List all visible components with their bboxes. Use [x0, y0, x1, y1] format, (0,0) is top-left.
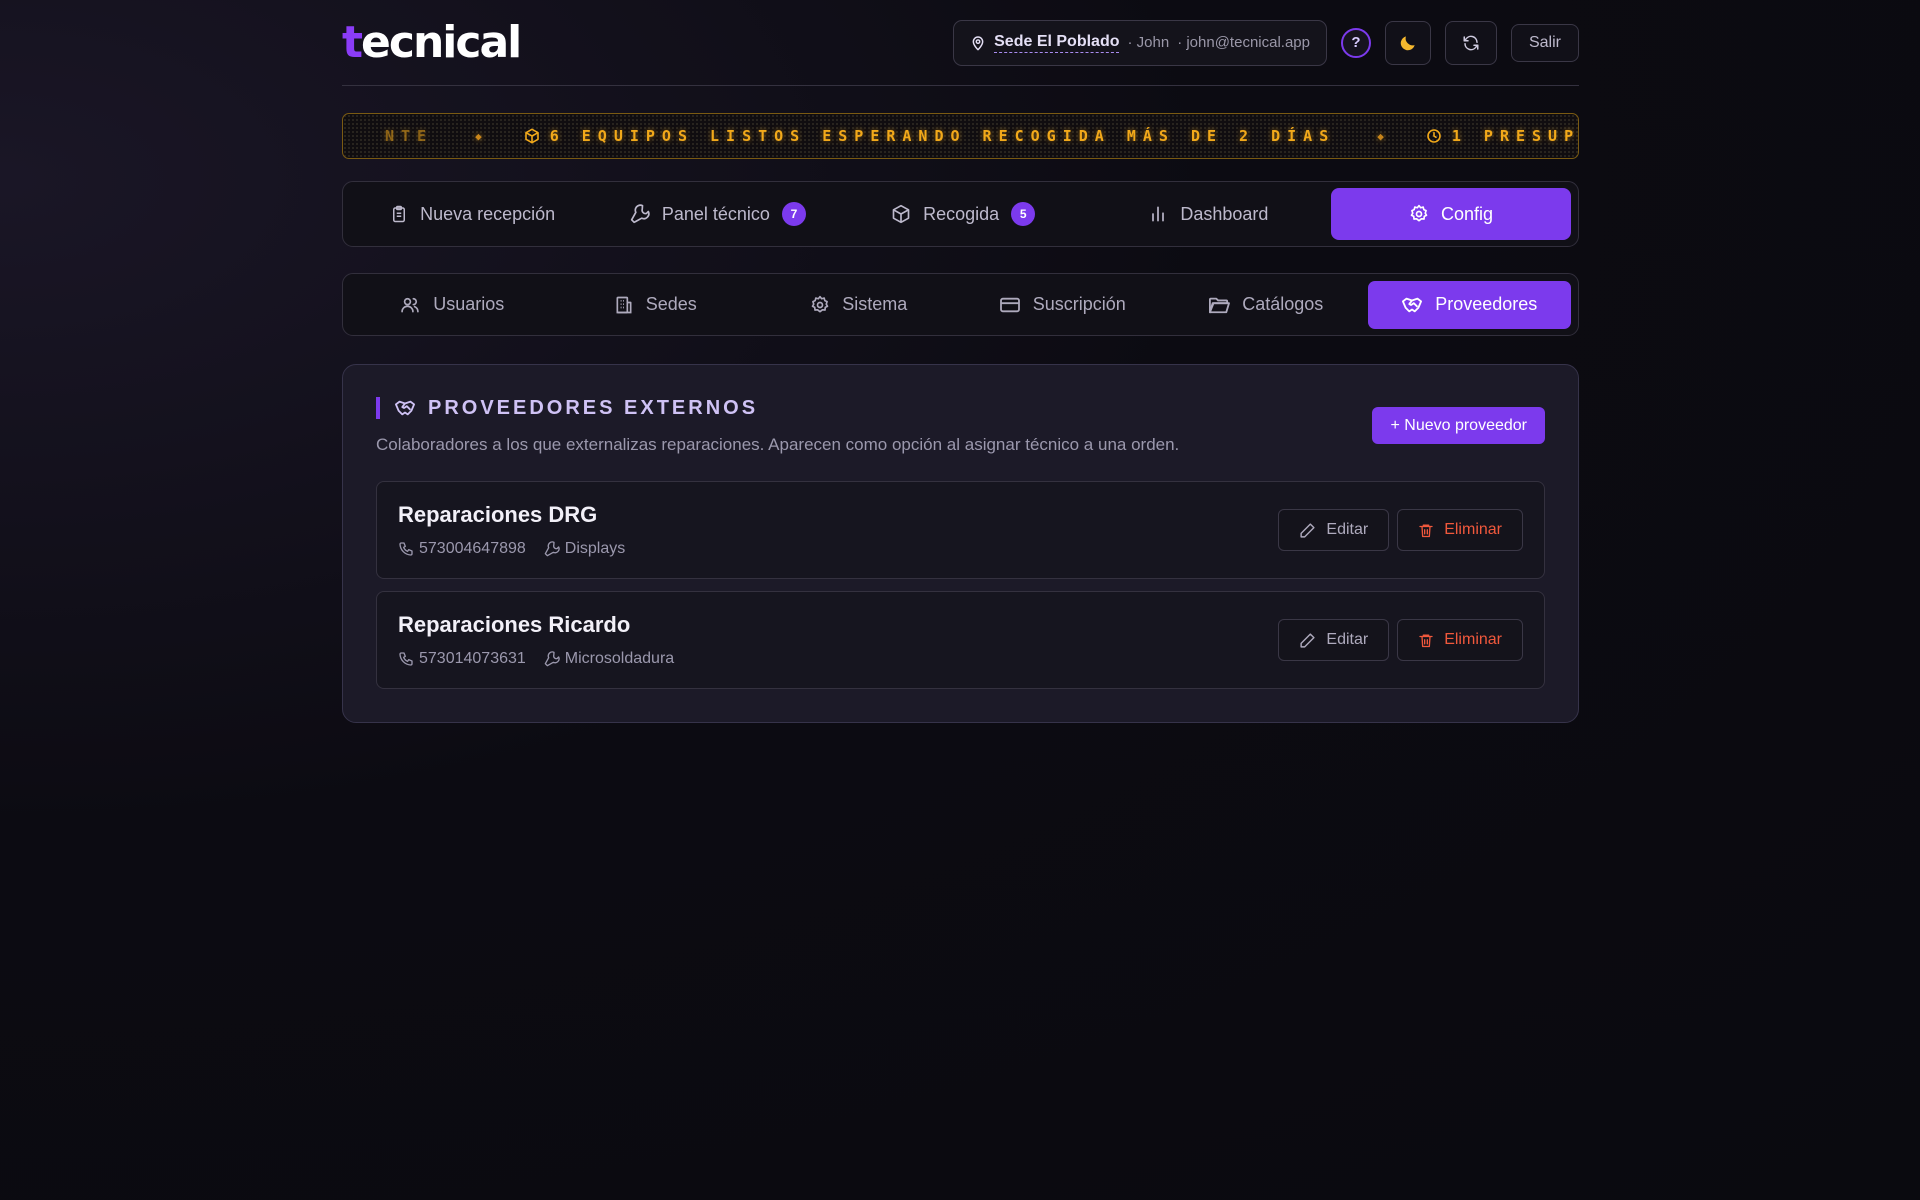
top-header: tecnical Sede El Poblado · John · john@t… — [342, 0, 1579, 86]
subtab-catalogos[interactable]: Catálogos — [1164, 281, 1368, 329]
credit-card-icon — [999, 296, 1021, 314]
panel-description: Colaboradores a los que externalizas rep… — [376, 435, 1180, 454]
provider-specialty-text: Displays — [564, 540, 626, 557]
clipboard-icon — [390, 204, 408, 224]
provider-phone: 573004647898 — [398, 540, 526, 558]
edit-provider-button[interactable]: Editar — [1278, 509, 1390, 551]
providers-panel: PROVEEDORES EXTERNOS Colaboradores a los… — [342, 364, 1579, 723]
provider-phone: 573014073631 — [398, 650, 526, 668]
tab-recogida[interactable]: Recogida 5 — [841, 188, 1086, 240]
panel-heading: PROVEEDORES EXTERNOS — [376, 397, 1179, 419]
trash-icon — [1418, 632, 1434, 649]
subtab-usuarios[interactable]: Usuarios — [350, 281, 554, 329]
delete-label: Eliminar — [1444, 521, 1502, 538]
new-provider-button[interactable]: + Nuevo proveedor — [1372, 407, 1545, 444]
count-badge: 7 — [781, 202, 806, 226]
delete-provider-button[interactable]: Eliminar — [1397, 509, 1523, 551]
subtab-label: Sedes — [645, 294, 697, 314]
main-nav: Nueva recepción Panel técnico 7 Recogida… — [342, 181, 1579, 247]
provider-specialty: Displays — [544, 540, 625, 558]
config-subnav: Usuarios Sedes Sistema Suscripción Catál… — [342, 273, 1579, 336]
provider-card: Reparaciones Ricardo 573014073631 Micros… — [376, 591, 1545, 689]
tab-label: Recogida — [923, 203, 1000, 224]
subtab-label: Sistema — [842, 294, 908, 314]
ticker-text: 1 PRESUPUEST — [1451, 127, 1579, 145]
provider-phone-number: 573004647898 — [419, 540, 526, 557]
tab-label: Nueva recepción — [420, 203, 556, 224]
gear-icon — [810, 295, 830, 315]
handshake-icon — [394, 398, 416, 418]
tab-label: Panel técnico — [661, 203, 770, 224]
page: tecnical Sede El Poblado · John · john@t… — [342, 0, 1579, 723]
provider-specialty: Microsoldadura — [544, 650, 674, 668]
ticker-item: 1 PRESUPUEST — [1426, 127, 1579, 145]
delete-label: Eliminar — [1444, 631, 1502, 648]
subtab-proveedores[interactable]: Proveedores — [1367, 280, 1571, 329]
subtab-suscripcion[interactable]: Suscripción — [961, 281, 1165, 329]
user-site-selector[interactable]: Sede El Poblado · John · john@tecnical.a… — [953, 19, 1327, 66]
users-icon — [399, 295, 421, 315]
tab-nueva-recepcion[interactable]: Nueva recepción — [350, 188, 595, 240]
pencil-icon — [1299, 522, 1316, 539]
provider-specialty-text: Microsoldadura — [564, 650, 675, 667]
phone-icon — [398, 541, 414, 557]
user-email: · john@tecnical.app — [1177, 34, 1310, 51]
clock-icon — [1426, 128, 1442, 144]
tab-dashboard[interactable]: Dashboard — [1086, 188, 1331, 240]
theme-toggle-button[interactable] — [1385, 20, 1431, 65]
refresh-icon — [1462, 34, 1480, 52]
ticker-separator: ◆ — [1377, 129, 1384, 143]
wrench-icon — [544, 651, 560, 667]
subtab-label: Suscripción — [1032, 294, 1126, 314]
map-pin-icon — [970, 34, 986, 52]
delete-provider-button[interactable]: Eliminar — [1397, 619, 1523, 661]
edit-label: Editar — [1326, 631, 1369, 648]
subtab-label: Usuarios — [433, 294, 505, 314]
package-icon — [891, 204, 911, 224]
logo-mark: t — [342, 16, 363, 68]
panel-title: PROVEEDORES EXTERNOS — [428, 396, 759, 419]
moon-icon — [1398, 33, 1418, 53]
trash-icon — [1418, 522, 1434, 539]
ticker-item: 6 EQUIPOS LISTOS ESPERANDO RECOGIDA MÁS … — [524, 127, 1336, 145]
alert-ticker: NTE ◆ 6 EQUIPOS LISTOS ESPERANDO RECOGID… — [342, 113, 1579, 159]
phone-icon — [398, 651, 414, 667]
provider-card: Reparaciones DRG 573004647898 Displays E… — [376, 481, 1545, 579]
pencil-icon — [1299, 632, 1316, 649]
provider-name: Reparaciones Ricardo — [398, 612, 631, 637]
provider-phone-number: 573014073631 — [419, 650, 526, 667]
logo-text: ecnical — [361, 16, 522, 68]
logo[interactable]: tecnical — [342, 20, 522, 65]
handshake-icon — [1401, 295, 1423, 315]
ticker-text: 6 EQUIPOS LISTOS ESPERANDO RECOGIDA MÁS … — [549, 127, 1336, 145]
subtab-sistema[interactable]: Sistema — [757, 281, 961, 329]
logout-button[interactable]: Salir — [1511, 23, 1579, 62]
count-badge: 5 — [1011, 202, 1036, 226]
help-button[interactable]: ? — [1341, 27, 1371, 58]
tab-panel-tecnico[interactable]: Panel técnico 7 — [595, 188, 840, 240]
ticker-separator: ◆ — [475, 129, 482, 143]
folder-icon — [1208, 295, 1231, 315]
package-icon — [524, 128, 540, 144]
subtab-label: Catálogos — [1242, 294, 1324, 314]
subtab-label: Proveedores — [1435, 294, 1538, 314]
edit-label: Editar — [1326, 521, 1369, 538]
tab-label: Config — [1440, 203, 1494, 224]
wrench-icon — [630, 204, 650, 224]
refresh-button[interactable] — [1445, 20, 1497, 65]
gear-icon — [1409, 204, 1429, 224]
bar-chart-icon — [1148, 204, 1168, 224]
ticker-fragment: NTE — [385, 127, 434, 145]
subtab-sedes[interactable]: Sedes — [554, 281, 758, 329]
tab-label: Dashboard — [1180, 203, 1269, 224]
user-name: · John — [1127, 34, 1170, 51]
wrench-icon — [544, 541, 560, 557]
tab-config[interactable]: Config — [1331, 188, 1571, 240]
edit-provider-button[interactable]: Editar — [1278, 619, 1390, 661]
site-name[interactable]: Sede El Poblado — [994, 33, 1120, 53]
building-icon — [614, 295, 634, 315]
provider-name: Reparaciones DRG — [398, 502, 598, 527]
